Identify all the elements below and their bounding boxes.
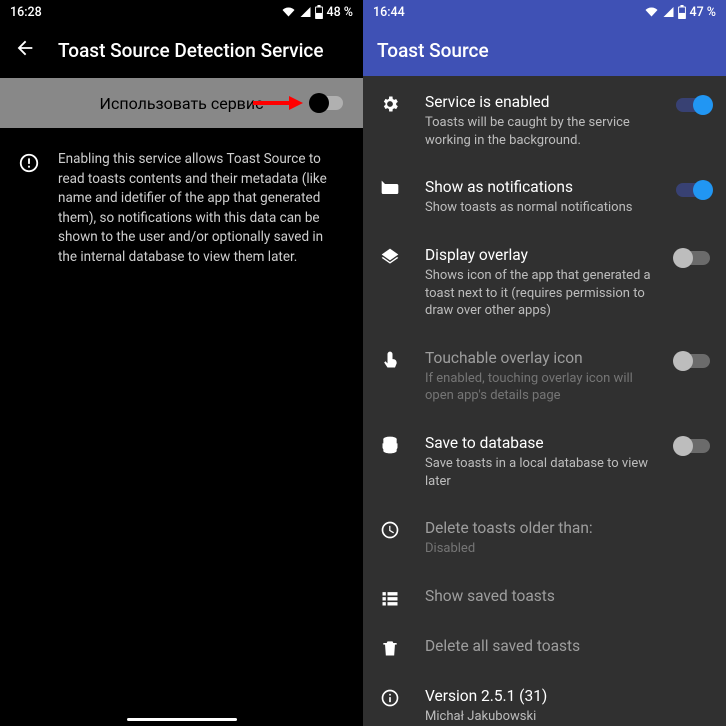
wifi-icon <box>281 6 296 18</box>
setting-title: Delete all saved toasts <box>425 636 710 656</box>
settings-list: Service is enabled Toasts will be caught… <box>363 76 726 726</box>
status-battery-text: 47 % <box>689 5 716 20</box>
setting-title: Save to database <box>425 433 652 453</box>
signal-icon <box>299 6 312 18</box>
signal-icon <box>662 6 675 18</box>
setting-subtitle: Shows icon of the app that generated a t… <box>425 267 652 320</box>
setting-title: Display overlay <box>425 245 652 265</box>
status-right-cluster: 48 % <box>281 5 353 20</box>
setting-title: Version 2.5.1 (31) <box>425 686 710 706</box>
status-time: 16:28 <box>10 5 42 20</box>
status-bar: 16:44 47 % <box>363 0 726 24</box>
status-right-cluster: 47 % <box>644 5 716 20</box>
arrow-annotation-icon <box>251 94 303 112</box>
setting-display-overlay[interactable]: Display overlay Shows icon of the app th… <box>363 231 726 334</box>
battery-icon <box>315 5 323 19</box>
setting-show-notifications[interactable]: Show as notifications Show toasts as nor… <box>363 163 726 231</box>
app-bar: Toast Source <box>363 24 726 76</box>
app-bar-title: Toast Source Detection Service <box>58 39 324 62</box>
clock-icon <box>379 518 401 540</box>
setting-subtitle: Toasts will be caught by the service wor… <box>425 114 652 149</box>
wifi-icon <box>644 6 659 18</box>
list-icon <box>379 586 401 608</box>
info-icon <box>379 686 401 708</box>
status-bar: 16:28 48 % <box>0 0 363 24</box>
delete-icon <box>379 636 401 658</box>
info-icon <box>18 150 40 267</box>
setting-subtitle: Save toasts in a local database to view … <box>425 455 652 490</box>
setting-touchable-overlay[interactable]: Touchable overlay icon If enabled, touch… <box>363 334 726 419</box>
status-battery-text: 48 % <box>326 5 353 20</box>
announcement-icon <box>379 177 401 199</box>
status-time: 16:44 <box>373 5 405 20</box>
setting-title: Service is enabled <box>425 92 652 112</box>
layers-icon <box>379 245 401 267</box>
battery-icon <box>678 5 686 19</box>
app-bar: Toast Source Detection Service <box>0 24 363 76</box>
setting-subtitle: Show toasts as normal notifications <box>425 199 652 217</box>
setting-service-enabled[interactable]: Service is enabled Toasts will be caught… <box>363 78 726 163</box>
info-row: Enabling this service allows Toast Sourc… <box>0 128 363 267</box>
setting-title: Show saved toasts <box>425 586 710 606</box>
info-text: Enabling this service allows Toast Sourc… <box>58 150 345 267</box>
use-service-switch[interactable] <box>311 96 343 110</box>
setting-subtitle: If enabled, touching overlay icon will o… <box>425 370 652 405</box>
left-phone: 16:28 48 % Toast Source Detection Servic… <box>0 0 363 726</box>
setting-title: Touchable overlay icon <box>425 348 652 368</box>
database-icon <box>379 433 401 455</box>
setting-subtitle: Michał Jakubowski <box>425 708 710 726</box>
setting-show-saved[interactable]: Show saved toasts <box>363 572 726 622</box>
setting-save-database[interactable]: Save to database Save toasts in a local … <box>363 419 726 504</box>
touchable-switch[interactable] <box>676 354 710 368</box>
right-phone: 16:44 47 % Toast Source Service is enabl… <box>363 0 726 726</box>
setting-delete-all[interactable]: Delete all saved toasts <box>363 622 726 672</box>
back-arrow-icon[interactable] <box>14 37 36 64</box>
setting-subtitle: Disabled <box>425 540 710 558</box>
nav-pill[interactable] <box>127 718 237 721</box>
setting-title: Show as notifications <box>425 177 652 197</box>
setting-delete-older[interactable]: Delete toasts older than: Disabled <box>363 504 726 572</box>
touch-icon <box>379 348 401 370</box>
app-bar-title: Toast Source <box>377 39 489 62</box>
setting-title: Delete toasts older than: <box>425 518 710 538</box>
service-switch[interactable] <box>676 98 710 112</box>
save-switch[interactable] <box>676 439 710 453</box>
notifications-switch[interactable] <box>676 183 710 197</box>
use-service-row[interactable]: Использовать сервис <box>0 78 363 128</box>
overlay-switch[interactable] <box>676 251 710 265</box>
setting-version[interactable]: Version 2.5.1 (31) Michał Jakubowski <box>363 672 726 726</box>
gear-icon <box>379 92 401 114</box>
